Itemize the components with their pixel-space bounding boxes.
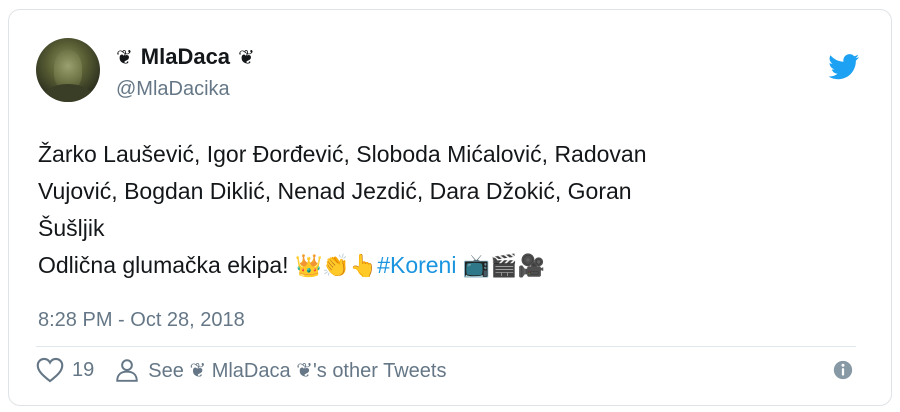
actions-divider — [36, 346, 856, 347]
movie-camera-emoji: 🎥 — [517, 254, 546, 279]
other-tweets-link[interactable]: See ❦ MlaDaca ❦'s other Tweets — [114, 357, 446, 383]
other-tweets-label: See ❦ MlaDaca ❦'s other Tweets — [148, 359, 447, 382]
info-icon[interactable] — [832, 359, 854, 381]
tweet-text-line-3: Šušljik — [38, 215, 105, 241]
tweet-text-line-2: Vujović, Bogdan Diklić, Nenad Jezdić, Da… — [38, 178, 632, 204]
clapping-hands-emoji: 👏 — [322, 254, 350, 279]
avatar-shoulders — [42, 84, 94, 102]
tweet-actions: 19 See ❦ MlaDaca ❦'s other Tweets — [36, 354, 446, 386]
tweet-timestamp[interactable]: 8:28 PM - Oct 28, 2018 — [38, 309, 245, 332]
hashtag-link[interactable]: #Koreni — [377, 252, 456, 278]
twitter-bird-icon[interactable] — [828, 54, 860, 80]
name-decoration-left: ❦ — [116, 46, 133, 69]
heart-icon[interactable] — [36, 357, 64, 383]
author-handle[interactable]: @MlaDacika — [116, 78, 230, 101]
clapper-board-emoji: 🎬 — [490, 254, 518, 279]
tweet-text-line-1: Žarko Laušević, Igor Đorđević, Sloboda M… — [38, 141, 647, 167]
tweet-text-line-4: Odlična glumačka ekipa! 👑👏👆#Koreni 📺🎬🎥 — [38, 247, 838, 285]
name-decoration-right: ❦ — [238, 46, 255, 69]
author-name-row[interactable]: ❦ MlaDaca ❦ — [116, 44, 255, 70]
avatar[interactable] — [36, 38, 100, 102]
like-count: 19 — [72, 358, 95, 381]
tweet-text-phrase: Odlična glumačka ekipa! — [38, 252, 289, 278]
crown-emoji: 👑 — [294, 254, 323, 279]
author-name[interactable]: MlaDaca — [141, 44, 230, 70]
television-emoji: 📺 — [462, 254, 491, 279]
like-action[interactable]: 19 — [36, 357, 94, 383]
person-icon — [116, 359, 138, 382]
pointing-up-emoji: 👆 — [349, 254, 378, 279]
tweet-text: Žarko Laušević, Igor Đorđević, Sloboda M… — [38, 136, 838, 285]
